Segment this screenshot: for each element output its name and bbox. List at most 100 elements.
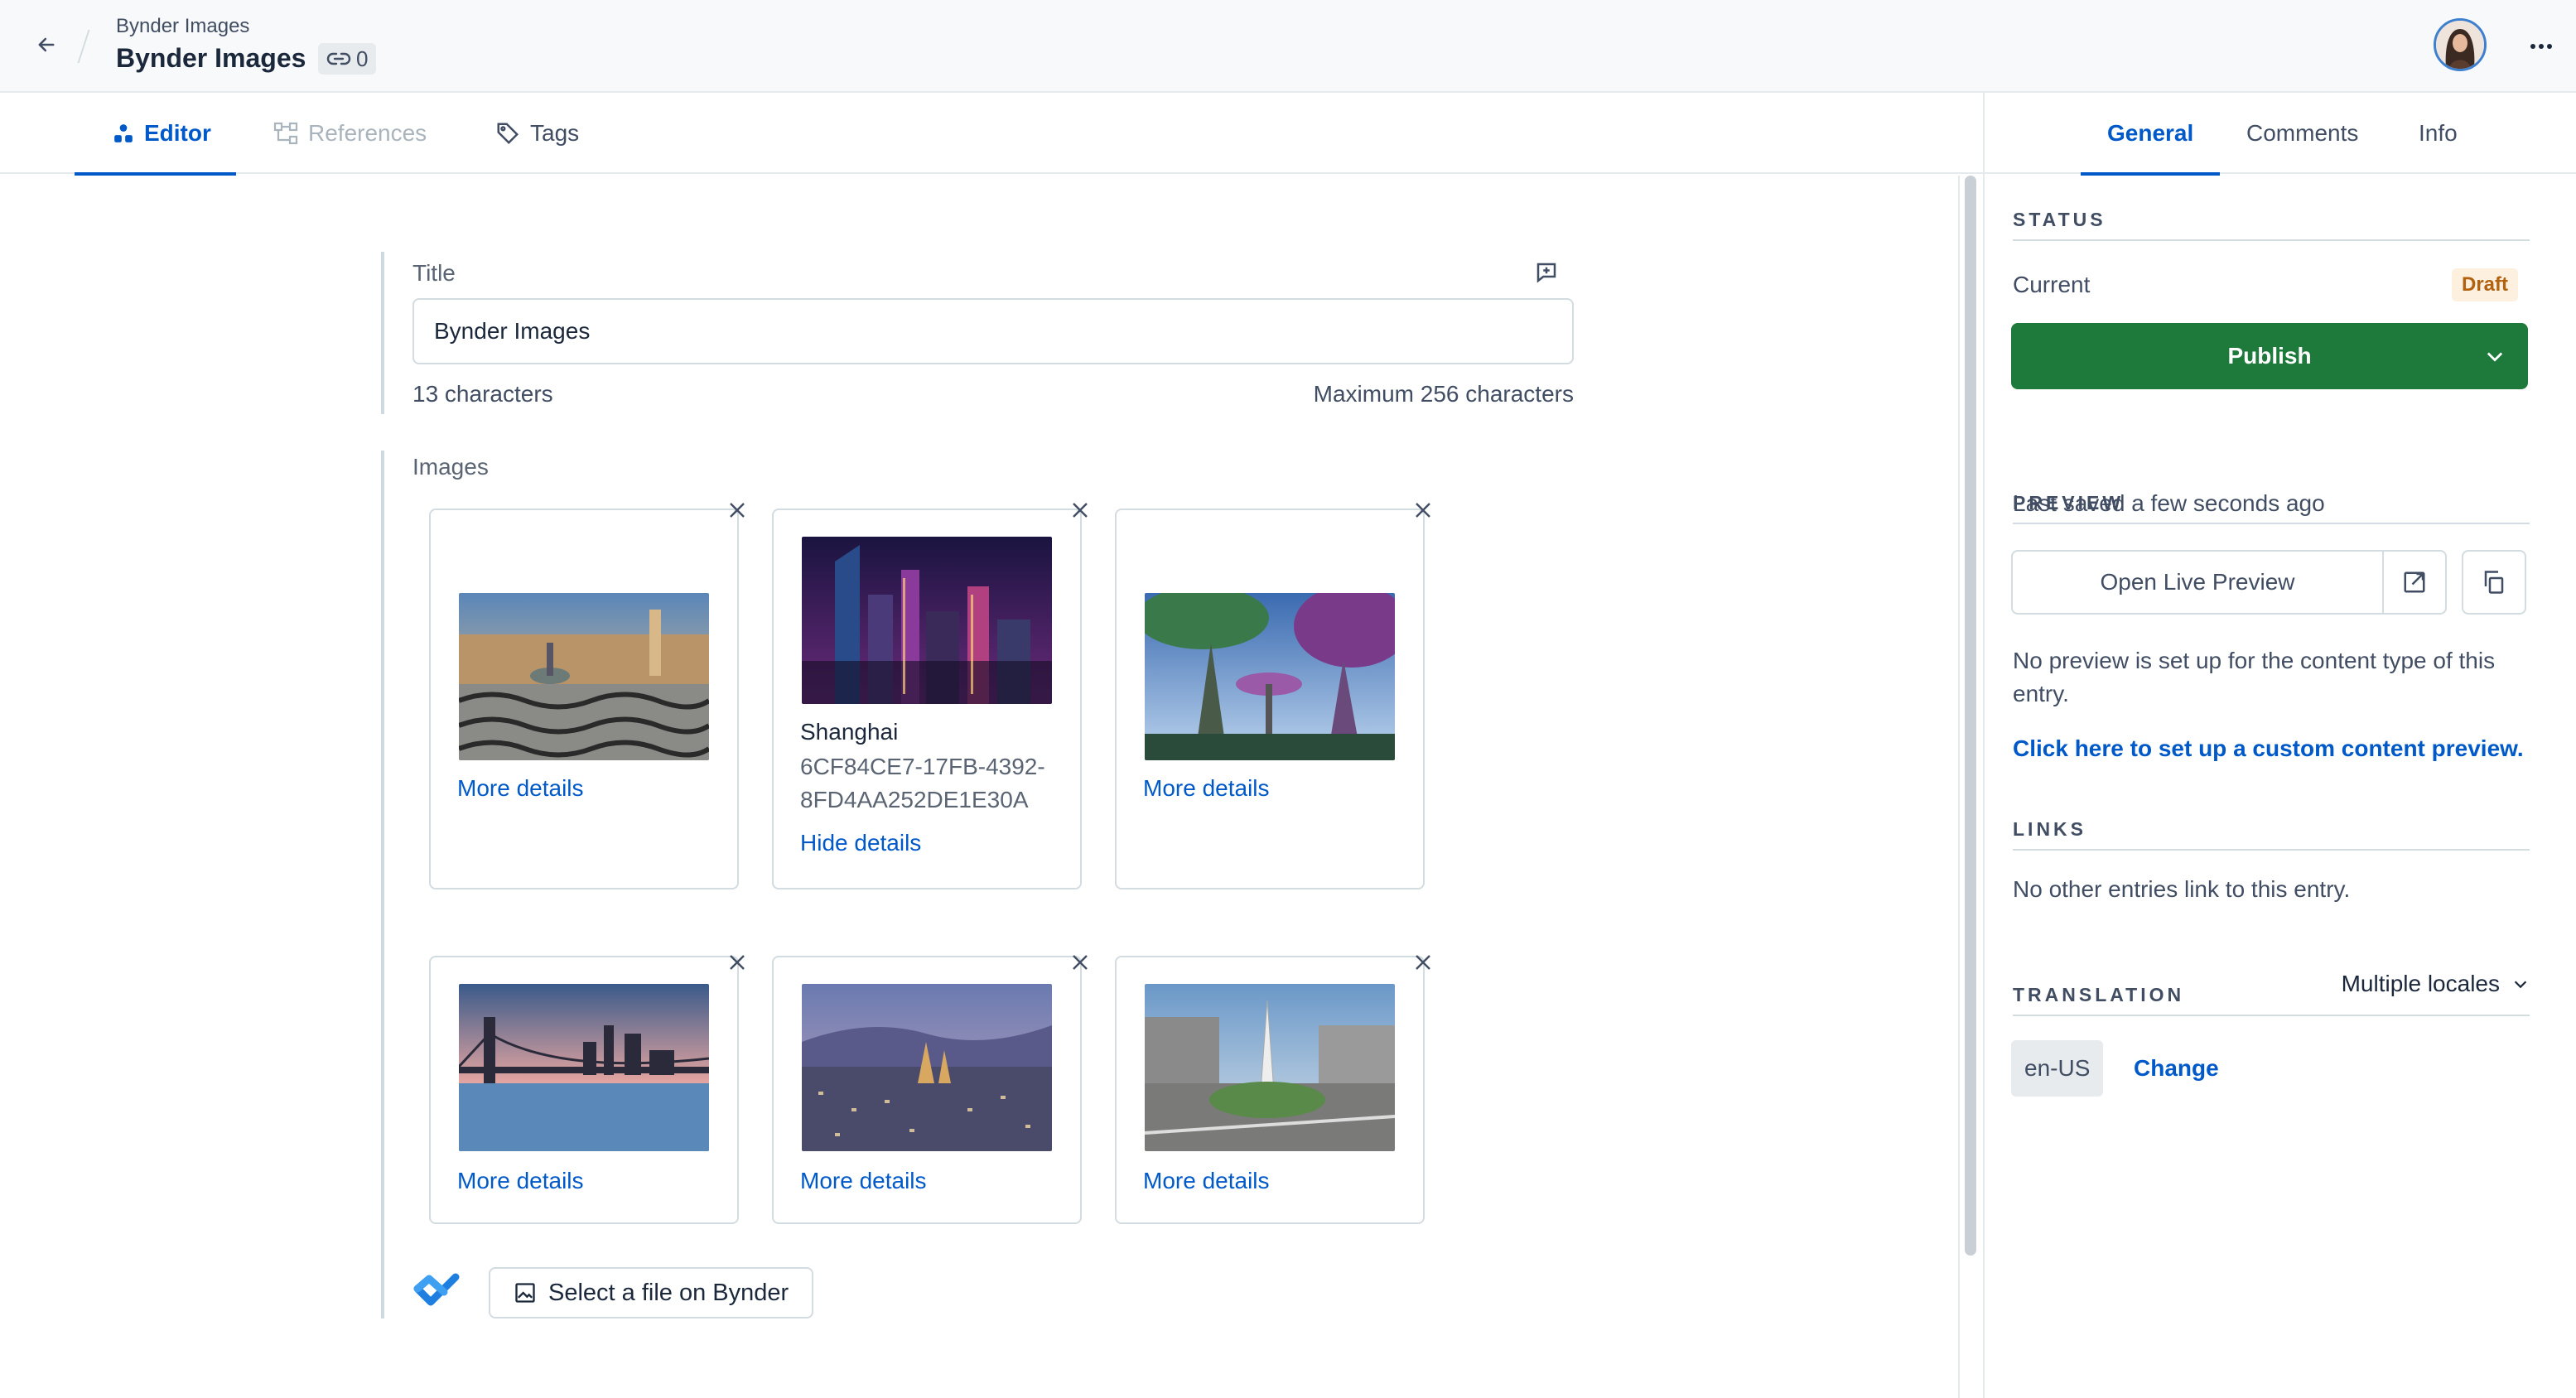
image-card: More details bbox=[772, 956, 1082, 1224]
image-thumbnail[interactable] bbox=[1145, 593, 1395, 760]
bynder-logo-icon bbox=[413, 1273, 460, 1306]
close-icon bbox=[730, 503, 745, 518]
more-details-link[interactable]: More details bbox=[457, 775, 584, 802]
tag-icon bbox=[497, 123, 519, 145]
tab-tags-label: Tags bbox=[530, 120, 580, 146]
sidebar-tab-info[interactable]: Info bbox=[2419, 93, 2458, 174]
close-icon bbox=[1416, 955, 1430, 970]
arrow-left-icon bbox=[38, 37, 55, 52]
entry-header: Bynder Images Bynder Images 0 bbox=[0, 0, 2576, 93]
title-input[interactable]: Bynder Images bbox=[412, 298, 1574, 364]
more-details-link[interactable]: More details bbox=[800, 1168, 927, 1194]
open-live-preview-button[interactable]: Open Live Preview bbox=[2011, 550, 2384, 615]
tab-references[interactable]: References bbox=[273, 93, 427, 174]
image-name: Shanghai bbox=[800, 719, 899, 745]
select-file-bynder-button[interactable]: Select a file on Bynder bbox=[489, 1267, 813, 1318]
tab-editor[interactable]: Editor bbox=[75, 93, 236, 176]
dot-icon bbox=[2530, 44, 2535, 49]
image-card-expanded: Shanghai 6CF84CE7-17FB-4392- 8FD4AA252DE… bbox=[772, 509, 1082, 889]
more-options-button[interactable] bbox=[2525, 30, 2558, 63]
links-note: No other entries link to this entry. bbox=[2013, 876, 2351, 902]
chevron-down-icon[interactable] bbox=[2483, 345, 2506, 368]
sidebar-tab-comments[interactable]: Comments bbox=[2246, 93, 2358, 174]
open-external-button[interactable] bbox=[2382, 550, 2447, 615]
dot-icon bbox=[2547, 44, 2552, 49]
remove-image-button[interactable] bbox=[1410, 949, 1436, 976]
title-field-label: Title bbox=[412, 260, 456, 286]
scrollbar[interactable] bbox=[1965, 176, 1976, 1256]
change-locale-link[interactable]: Change bbox=[2134, 1052, 2219, 1085]
avatar-image-icon bbox=[2436, 21, 2484, 69]
image-card: More details bbox=[1115, 509, 1425, 889]
image-id-line-2: 8FD4AA252DE1E30A bbox=[800, 787, 1029, 812]
image-icon bbox=[515, 1283, 535, 1303]
links-heading: LINKS bbox=[2013, 818, 2530, 851]
open-live-preview-label: Open Live Preview bbox=[2100, 569, 2295, 595]
supertrees-image bbox=[1145, 593, 1395, 760]
status-badge: Draft bbox=[2452, 268, 2519, 301]
image-thumbnail[interactable] bbox=[1145, 984, 1395, 1151]
sidebar-tab-general[interactable]: General bbox=[2080, 93, 2221, 176]
preview-note: No preview is set up for the content typ… bbox=[2013, 648, 2496, 706]
header-divider bbox=[77, 30, 90, 63]
hierarchy-icon bbox=[273, 122, 298, 145]
select-file-label: Select a file on Bynder bbox=[548, 1279, 789, 1306]
copy-preview-button[interactable] bbox=[2462, 550, 2526, 615]
image-thumbnail[interactable] bbox=[459, 593, 709, 760]
shanghai-night-image bbox=[802, 537, 1052, 704]
setup-preview-link[interactable]: Click here to set up a custom content pr… bbox=[2013, 732, 2524, 765]
status-current-label: Current bbox=[2013, 272, 2091, 297]
title-input-value: Bynder Images bbox=[434, 318, 591, 344]
copy-icon bbox=[2484, 571, 2504, 594]
editor-icon bbox=[114, 124, 133, 142]
remove-image-button[interactable] bbox=[1067, 497, 1093, 523]
image-thumbnail[interactable] bbox=[802, 537, 1052, 704]
remove-image-button[interactable] bbox=[724, 949, 750, 976]
images-field-label: Images bbox=[412, 454, 489, 480]
more-details-link[interactable]: More details bbox=[1143, 775, 1270, 802]
locale-pill: en-US bbox=[2011, 1040, 2104, 1097]
remove-image-button[interactable] bbox=[724, 497, 750, 523]
locale-selector-label: Multiple locales bbox=[2341, 971, 2500, 996]
chevron-down-icon bbox=[2514, 981, 2527, 989]
publish-button[interactable]: Publish bbox=[2011, 323, 2528, 389]
close-icon bbox=[1416, 503, 1430, 518]
link-icon bbox=[326, 52, 351, 65]
close-icon bbox=[1073, 955, 1088, 970]
image-thumbnail[interactable] bbox=[459, 984, 709, 1151]
image-card: More details bbox=[429, 509, 739, 889]
title-field-indicator bbox=[381, 252, 384, 414]
external-link-icon bbox=[2404, 571, 2425, 593]
tab-tags[interactable]: Tags bbox=[495, 93, 579, 174]
image-id-line-1: 6CF84CE7-17FB-4392- bbox=[800, 754, 1045, 779]
image-thumbnail[interactable] bbox=[802, 984, 1052, 1151]
user-avatar[interactable] bbox=[2434, 18, 2487, 71]
lisbon-square-image bbox=[459, 593, 709, 760]
entry-title: Bynder Images bbox=[116, 43, 306, 73]
more-details-link[interactable]: More details bbox=[457, 1168, 584, 1194]
tab-references-label: References bbox=[308, 120, 427, 146]
locale-selector[interactable]: Multiple locales bbox=[2342, 971, 2530, 997]
publish-label: Publish bbox=[2227, 343, 2312, 369]
back-button[interactable] bbox=[30, 28, 63, 61]
image-card: More details bbox=[429, 956, 739, 1224]
references-count: 0 bbox=[356, 46, 369, 71]
buenos-aires-obelisk-image bbox=[1145, 984, 1395, 1151]
breadcrumb[interactable]: Bynder Images bbox=[116, 15, 249, 38]
remove-image-button[interactable] bbox=[1410, 497, 1436, 523]
comment-icon[interactable] bbox=[1534, 260, 1559, 285]
preview-heading: PREVIEW bbox=[2013, 492, 2530, 524]
hide-details-link[interactable]: Hide details bbox=[800, 830, 921, 856]
brooklyn-bridge-image bbox=[459, 984, 709, 1151]
more-details-link[interactable]: More details bbox=[1143, 1168, 1270, 1194]
translation-heading-label: TRANSLATION bbox=[2013, 984, 2185, 1005]
status-heading: STATUS bbox=[2013, 209, 2530, 241]
content-divider bbox=[1958, 176, 1960, 1398]
image-card: More details bbox=[1115, 956, 1425, 1224]
references-badge[interactable]: 0 bbox=[318, 43, 377, 75]
remove-image-button[interactable] bbox=[1067, 949, 1093, 976]
close-icon bbox=[1073, 503, 1088, 518]
entry-tabs: Editor References Tags bbox=[0, 93, 1983, 176]
title-char-max: Maximum 256 characters bbox=[1313, 381, 1574, 407]
close-icon bbox=[730, 955, 745, 970]
